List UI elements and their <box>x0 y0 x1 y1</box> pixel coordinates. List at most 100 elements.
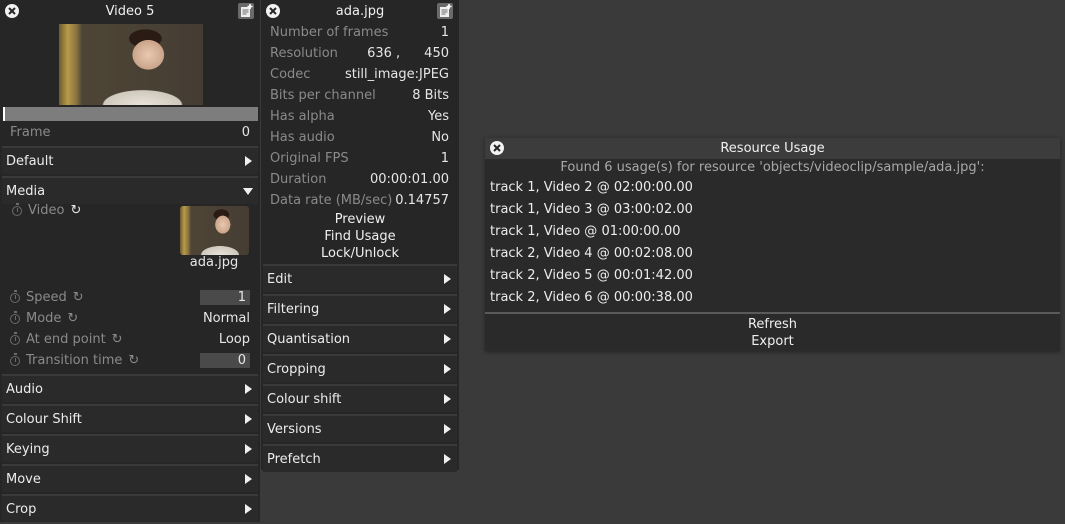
section-audio[interactable]: Audio <box>2 374 258 402</box>
expand-arrow-icon <box>245 384 252 394</box>
reset-icon[interactable]: ↻ <box>70 204 81 217</box>
add-note-icon[interactable] <box>437 3 453 19</box>
stopwatch-icon[interactable] <box>10 352 20 366</box>
section-label: Filtering <box>267 301 320 317</box>
list-item[interactable]: track 2, Video 4 @ 00:02:08.00 <box>485 243 1060 265</box>
section-label: Crop <box>6 501 37 517</box>
prop-row: Has audio No <box>261 127 459 148</box>
section-label: Media <box>6 183 46 199</box>
refresh-button[interactable]: Refresh <box>485 316 1060 333</box>
export-button[interactable]: Export <box>485 333 1060 350</box>
resolution-width: 636 , <box>367 46 401 61</box>
media-thumbnail-caption: ada.jpg <box>189 255 239 270</box>
section-crop[interactable]: Crop <box>2 494 258 522</box>
section-versions[interactable]: Versions <box>263 414 457 442</box>
prop-value: 8 Bits <box>412 88 449 103</box>
expand-arrow-icon <box>245 156 252 166</box>
section-label: Move <box>6 471 41 487</box>
expand-arrow-icon <box>444 424 451 434</box>
section-label: Colour Shift <box>6 411 82 427</box>
media-video-row: Video ↻ <box>12 202 81 218</box>
prop-row: Codec still_image:JPEG <box>261 64 459 85</box>
param-row-mode: Mode ↻ Normal <box>0 308 260 329</box>
reset-icon[interactable]: ↻ <box>67 312 78 325</box>
dialog-title: Resource Usage <box>720 141 825 156</box>
close-icon[interactable] <box>266 4 280 18</box>
prop-row: Number of frames 1 <box>261 22 459 43</box>
section-label: Colour shift <box>267 391 342 407</box>
reset-icon[interactable]: ↻ <box>112 333 123 346</box>
media-params: Speed ↻ 1 Mode ↻ Normal At end point ↻ Loop… <box>0 287 260 371</box>
add-note-icon[interactable] <box>238 3 254 19</box>
list-item[interactable]: track 2, Video 5 @ 00:01:42.00 <box>485 265 1060 287</box>
resource-panel-title: ada.jpg <box>335 3 385 19</box>
param-label: At end point <box>26 332 106 347</box>
section-cropping[interactable]: Cropping <box>263 354 457 382</box>
mode-select[interactable]: Normal <box>203 311 250 326</box>
reset-icon[interactable]: ↻ <box>128 354 139 367</box>
preview-button[interactable]: Preview <box>261 211 459 228</box>
prop-row: Resolution 636 , 450 <box>261 43 459 64</box>
stopwatch-icon[interactable] <box>10 289 20 303</box>
prop-value: still_image:JPEG <box>344 67 449 82</box>
section-default[interactable]: Default <box>2 146 258 174</box>
prop-row: Data rate (MB/sec) 0.14757 <box>261 190 459 211</box>
section-keying[interactable]: Keying <box>2 434 258 462</box>
reset-icon[interactable]: ↻ <box>73 291 84 304</box>
section-label: Prefetch <box>267 451 321 467</box>
section-prefetch[interactable]: Prefetch <box>263 444 457 472</box>
lock-unlock-button[interactable]: Lock/Unlock <box>261 245 459 262</box>
section-quantisation[interactable]: Quantisation <box>263 324 457 352</box>
stopwatch-icon[interactable] <box>10 331 20 345</box>
speed-input[interactable]: 1 <box>200 290 250 305</box>
prop-label: Has alpha <box>270 109 335 124</box>
expand-arrow-icon <box>444 394 451 404</box>
close-icon[interactable] <box>490 141 504 155</box>
usage-list: track 1, Video 2 @ 02:00:00.00 track 1, … <box>485 177 1060 309</box>
section-filtering[interactable]: Filtering <box>263 294 457 322</box>
section-media[interactable]: Media <box>2 176 258 204</box>
prop-label: Duration <box>270 172 327 187</box>
prop-row: Duration 00:00:01.00 <box>261 169 459 190</box>
section-edit[interactable]: Edit <box>263 264 457 292</box>
expand-arrow-icon <box>444 304 451 314</box>
prop-value: Yes <box>428 109 449 124</box>
collapse-arrow-icon <box>243 187 253 195</box>
end-point-select[interactable]: Loop <box>219 332 250 347</box>
close-icon[interactable] <box>5 4 19 18</box>
expand-arrow-icon <box>444 454 451 464</box>
transition-time-input[interactable]: 0 <box>200 353 250 368</box>
frame-scrubber[interactable] <box>3 107 258 121</box>
expand-arrow-icon <box>444 364 451 374</box>
prop-value: No <box>431 130 449 145</box>
section-label: Quantisation <box>267 331 351 347</box>
list-item[interactable]: track 1, Video @ 01:00:00.00 <box>485 221 1060 243</box>
expand-arrow-icon <box>245 444 252 454</box>
section-move[interactable]: Move <box>2 464 258 492</box>
resource-usage-dialog: Resource Usage Found 6 usage(s) for reso… <box>485 138 1060 351</box>
list-item[interactable]: track 2, Video 6 @ 00:00:38.00 <box>485 287 1060 309</box>
param-row-transition: Transition time ↻ 0 <box>0 350 260 371</box>
prop-label: Number of frames <box>270 25 389 40</box>
scrubber-handle[interactable] <box>3 107 5 121</box>
expand-arrow-icon <box>245 474 252 484</box>
media-thumbnail[interactable] <box>180 206 249 255</box>
stopwatch-icon[interactable] <box>12 202 22 216</box>
prop-value: 00:00:01.00 <box>369 172 449 187</box>
find-usage-button[interactable]: Find Usage <box>261 228 459 245</box>
resource-props: Number of frames 1 Resolution 636 , 450 Cod… <box>261 22 459 211</box>
param-label: Transition time <box>26 353 123 368</box>
list-item[interactable]: track 1, Video 2 @ 02:00:00.00 <box>485 177 1060 199</box>
prop-row: Original FPS 1 <box>261 148 459 169</box>
list-item[interactable]: track 1, Video 3 @ 03:00:02.00 <box>485 199 1060 221</box>
stopwatch-icon[interactable] <box>10 310 20 324</box>
param-label: Mode <box>26 311 62 326</box>
frame-value: 0 <box>241 125 250 140</box>
resource-properties-panel: ada.jpg Number of frames 1 Resolution 636 … <box>261 0 459 472</box>
section-label: Cropping <box>267 361 326 377</box>
expand-arrow-icon <box>444 274 451 284</box>
expand-arrow-icon <box>444 334 451 344</box>
section-colour-shift[interactable]: Colour shift <box>263 384 457 412</box>
resource-panel-titlebar: ada.jpg <box>261 0 459 22</box>
section-colour-shift[interactable]: Colour Shift <box>2 404 258 432</box>
